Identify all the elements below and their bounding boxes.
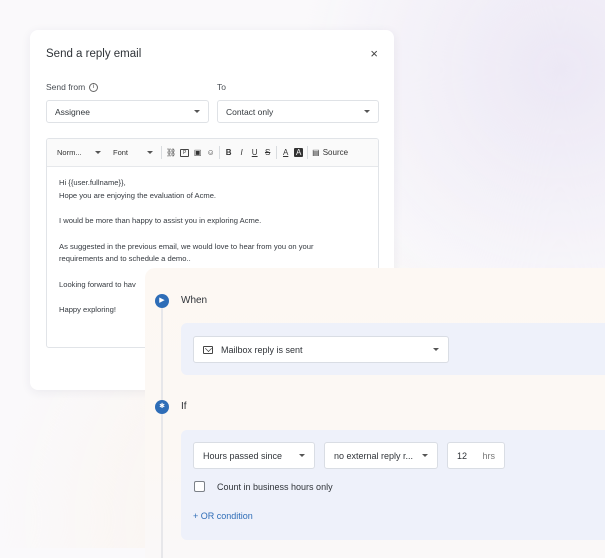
hours-input[interactable]: 12 hrs	[447, 442, 505, 469]
source-icon: ▤	[312, 148, 320, 157]
send-from-label-text: Send from	[46, 82, 86, 92]
format-select[interactable]: Norm...	[53, 148, 105, 157]
to-label: To	[217, 82, 226, 92]
source-button-label: Source	[322, 148, 349, 157]
when-label: When	[181, 295, 208, 306]
trigger-value: Mailbox reply is sent	[221, 344, 303, 355]
condition-operator-value: no external reply r...	[334, 450, 414, 461]
condition-field-select[interactable]: Hours passed since	[193, 442, 315, 469]
mail-icon	[203, 345, 213, 354]
workflow-panel: ▶ When Mailbox reply is sent ✱ If Hours …	[145, 268, 605, 558]
add-or-condition-link[interactable]: + OR condition	[193, 511, 253, 521]
to-value: Contact only	[226, 106, 274, 117]
link-icon[interactable]: ⛓	[166, 148, 176, 157]
bold-button[interactable]: B	[224, 148, 233, 157]
chevron-down-icon	[147, 151, 153, 154]
text-color-button[interactable]: A	[281, 148, 290, 157]
underline-button[interactable]: U	[250, 148, 259, 157]
chevron-down-icon	[364, 110, 370, 113]
format-select-label: Norm...	[57, 148, 82, 157]
trigger-select-content: Mailbox reply is sent	[203, 345, 303, 355]
info-icon[interactable]: i	[89, 82, 99, 92]
chevron-down-icon	[95, 151, 101, 154]
email-card-title: Send a reply email	[46, 48, 142, 60]
email-body-line: requirements and to schedule a demo..	[59, 254, 191, 263]
strikethrough-button[interactable]: S	[263, 148, 272, 157]
hours-unit: hrs	[482, 450, 495, 461]
email-body-line: Hope you are enjoying the evaluation of …	[59, 190, 217, 200]
send-from-select[interactable]: Assignee	[46, 100, 209, 123]
if-label: If	[181, 401, 187, 412]
emoji-icon[interactable]: ☺	[206, 148, 215, 157]
trigger-select[interactable]: Mailbox reply is sent	[193, 336, 449, 363]
workflow-timeline	[161, 308, 163, 558]
toolbar-divider	[307, 146, 309, 159]
italic-button[interactable]: I	[237, 148, 246, 157]
business-hours-checkbox[interactable]	[194, 481, 205, 492]
condition-operator-select[interactable]: no external reply r...	[324, 442, 438, 469]
when-step-box: Mailbox reply is sent	[181, 323, 605, 375]
editor-toolbar: Norm... Font ⛓ P ▣ ☺ B I U S A A ▤ Sourc…	[47, 139, 378, 167]
if-step-box: Hours passed since no external reply r..…	[181, 430, 605, 540]
email-body-line: As suggested in the previous email, we w…	[59, 241, 314, 251]
chevron-down-icon	[194, 110, 200, 113]
chevron-down-icon	[299, 454, 305, 457]
business-hours-label: Count in business hours only	[217, 482, 333, 492]
font-select-label: Font	[113, 148, 129, 157]
email-body-line: I would be more than happy to assist you…	[59, 216, 262, 225]
chevron-down-icon	[422, 454, 428, 457]
play-icon: ▶	[155, 294, 169, 308]
gear-icon: ✱	[155, 400, 169, 414]
image-icon[interactable]: ▣	[193, 148, 202, 157]
font-select[interactable]: Font	[109, 148, 157, 157]
send-from-value: Assignee	[55, 106, 90, 117]
background-color-button[interactable]: A	[294, 148, 304, 157]
to-select[interactable]: Contact only	[217, 100, 379, 123]
hours-value: 12	[457, 450, 468, 461]
source-button[interactable]: ▤ Source	[312, 148, 348, 157]
close-icon[interactable]: ×	[370, 46, 378, 61]
condition-field-value: Hours passed since	[203, 450, 283, 461]
chevron-down-icon	[433, 348, 439, 351]
toolbar-divider	[219, 146, 221, 159]
toolbar-divider	[161, 146, 162, 159]
email-body-line: Hi {{user.fullname}},	[59, 178, 126, 187]
send-from-label: Send from i	[46, 82, 99, 92]
toolbar-divider	[276, 146, 278, 159]
placeholder-icon[interactable]: P	[180, 148, 190, 157]
